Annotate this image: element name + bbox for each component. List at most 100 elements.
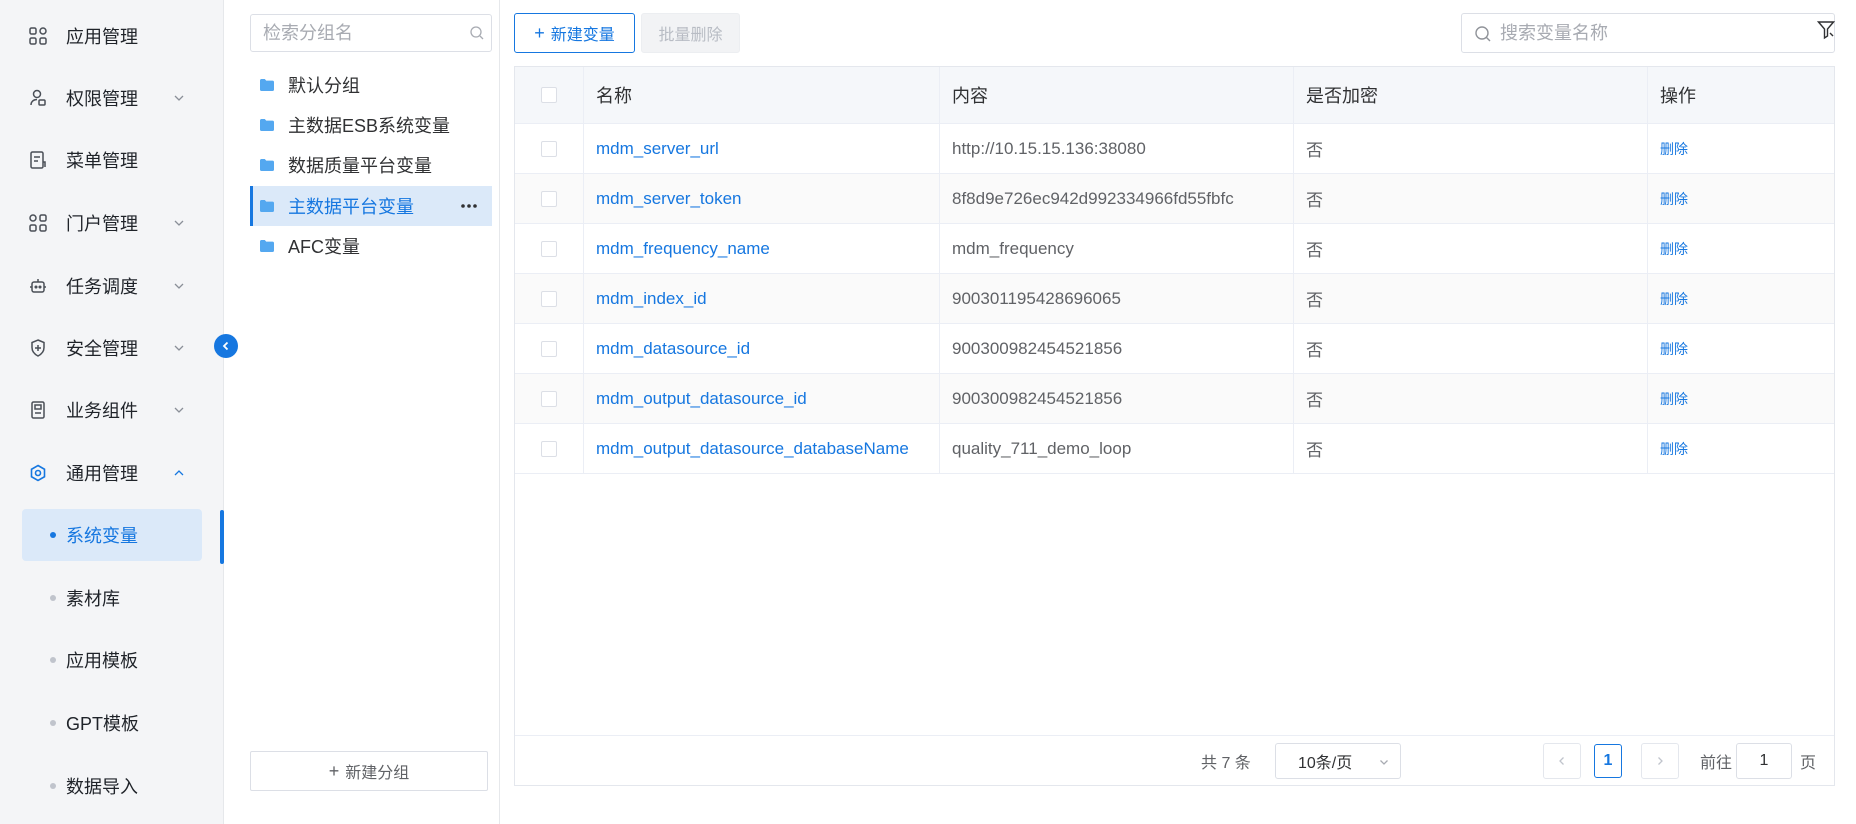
new-variable-button[interactable]: + 新建变量 [514, 13, 635, 53]
sidebar-item-business-components[interactable]: 业务组件 [0, 386, 224, 434]
sidebar-item-security-management[interactable]: 安全管理 [0, 324, 224, 372]
table-row: mdm_server_token 8f8d9e726ec942d99233496… [515, 174, 1834, 224]
bullet-dot-icon [50, 595, 56, 601]
table-row: mdm_server_url http://10.15.15.136:38080… [515, 124, 1834, 174]
filter-icon[interactable] [1817, 20, 1835, 40]
action-cell: 删除 [1648, 124, 1834, 173]
name-cell: mdm_output_datasource_databaseName [584, 424, 940, 473]
sidebar-item-label: 业务组件 [66, 401, 138, 421]
encrypted-cell: 否 [1294, 324, 1648, 373]
sidebar-item-menu-management[interactable]: 菜单管理 [0, 136, 224, 184]
bullet-dot-icon [50, 532, 56, 538]
group-item-afc-variables[interactable]: AFC变量 [250, 226, 492, 266]
search-icon[interactable] [469, 25, 485, 41]
content-cell: 8f8d9e726ec942d992334966fd55fbfc [940, 174, 1294, 223]
chevron-down-icon [172, 91, 186, 105]
variable-name-link[interactable]: mdm_datasource_id [596, 339, 750, 359]
sidebar-subitem-gpt-templates[interactable]: GPT模板 [22, 697, 202, 749]
page-number-current[interactable]: 1 [1594, 744, 1622, 778]
header-encrypted: 是否加密 [1294, 67, 1648, 123]
row-checkbox[interactable] [541, 340, 557, 357]
sidebar-item-general-management[interactable]: 通用管理 [0, 449, 224, 497]
sidebar-subitem-label: 应用模板 [66, 651, 138, 671]
delete-link[interactable]: 删除 [1660, 339, 1688, 359]
group-item-esb-variables[interactable]: 主数据ESB系统变量 [250, 105, 492, 145]
sidebar-subitem-system-variables[interactable]: 系统变量 [22, 509, 202, 561]
sidebar-subitem-app-templates[interactable]: 应用模板 [22, 634, 202, 686]
variable-search-input[interactable] [1500, 14, 1790, 52]
row-checkbox[interactable] [541, 390, 557, 407]
folder-icon [260, 119, 274, 131]
content-cell: http://10.15.15.136:38080 [940, 124, 1294, 173]
variable-name-link[interactable]: mdm_index_id [596, 289, 707, 309]
select-all-checkbox[interactable] [541, 87, 557, 103]
group-panel: 默认分组 主数据ESB系统变量 数据质量平台变量 主数据平台变量 AFC变量 +… [224, 0, 500, 824]
name-cell: mdm_datasource_id [584, 324, 940, 373]
goto-page-input[interactable] [1736, 743, 1792, 779]
more-options-icon[interactable] [460, 198, 478, 214]
row-checkbox-cell [515, 424, 584, 473]
encrypted-cell: 否 [1294, 174, 1648, 223]
row-checkbox[interactable] [541, 290, 557, 307]
header-action: 操作 [1660, 86, 1696, 106]
content-cell: mdm_frequency [940, 224, 1294, 273]
plus-icon: + [534, 22, 545, 43]
group-search-input[interactable] [251, 15, 461, 51]
row-checkbox[interactable] [541, 190, 557, 207]
search-icon [1475, 26, 1491, 42]
main-content: + 新建变量 批量删除 名称 内容 是否加密 操作 mdm_server_url… [500, 0, 1856, 824]
apps-grid-icon [28, 26, 48, 46]
page-size-select[interactable]: 10条/页 [1275, 743, 1401, 779]
sidebar-item-task-scheduling[interactable]: 任务调度 [0, 262, 224, 310]
group-item-label: 默认分组 [288, 76, 360, 96]
variable-name-link[interactable]: mdm_output_datasource_id [596, 389, 807, 409]
sidebar-subitem-label: 系统变量 [66, 526, 138, 546]
sidebar-item-permission-management[interactable]: 权限管理 [0, 74, 224, 122]
batch-delete-button[interactable]: 批量删除 [641, 13, 740, 53]
action-cell: 删除 [1648, 274, 1834, 323]
sidebar-subitem-material-library[interactable]: 素材库 [22, 572, 202, 624]
name-cell: mdm_server_token [584, 174, 940, 223]
variable-name-link[interactable]: mdm_output_datasource_databaseName [596, 439, 909, 459]
new-variable-label: 新建变量 [550, 27, 615, 44]
delete-link[interactable]: 删除 [1660, 439, 1688, 459]
variable-name-link[interactable]: mdm_server_url [596, 139, 719, 159]
variable-name-link[interactable]: mdm_server_token [596, 189, 742, 209]
variable-name-link[interactable]: mdm_frequency_name [596, 239, 770, 259]
group-item-data-quality-variables[interactable]: 数据质量平台变量 [250, 145, 492, 185]
group-search-box [250, 14, 492, 52]
row-checkbox[interactable] [541, 140, 557, 157]
delete-link[interactable]: 删除 [1660, 189, 1688, 209]
sidebar-item-label: 权限管理 [66, 89, 138, 109]
sidebar-subitem-label: 数据导入 [66, 777, 138, 797]
action-cell: 删除 [1648, 324, 1834, 373]
folder-icon [260, 159, 274, 171]
row-checkbox-cell [515, 174, 584, 223]
group-item-mdm-platform-variables[interactable]: 主数据平台变量 [250, 186, 492, 226]
delete-link[interactable]: 删除 [1660, 389, 1688, 409]
row-checkbox-cell [515, 124, 584, 173]
variable-search-box [1461, 13, 1835, 53]
sidebar-item-app-management[interactable]: 应用管理 [0, 12, 224, 60]
encrypted-cell: 否 [1294, 374, 1648, 423]
sidebar-item-label: 安全管理 [66, 339, 138, 359]
delete-link[interactable]: 删除 [1660, 139, 1688, 159]
row-checkbox[interactable] [541, 240, 557, 257]
row-checkbox[interactable] [541, 440, 557, 457]
sidebar-item-portal-management[interactable]: 门户管理 [0, 199, 224, 247]
sidebar-subitem-data-import[interactable]: 数据导入 [22, 760, 202, 812]
next-page-button[interactable] [1641, 743, 1679, 779]
add-group-button[interactable]: + 新建分组 [250, 751, 488, 791]
collapse-sidebar-button[interactable] [214, 334, 238, 358]
group-item-label: 主数据ESB系统变量 [288, 116, 451, 136]
group-item-default[interactable]: 默认分组 [250, 65, 492, 105]
chevron-down-icon [172, 341, 186, 355]
row-checkbox-cell [515, 324, 584, 373]
delete-link[interactable]: 删除 [1660, 289, 1688, 309]
action-cell: 删除 [1648, 374, 1834, 423]
delete-link[interactable]: 删除 [1660, 239, 1688, 259]
chevron-left-icon [1559, 757, 1564, 765]
table-header: 名称 内容 是否加密 操作 [515, 67, 1834, 124]
header-name: 名称 [584, 67, 940, 123]
prev-page-button[interactable] [1543, 743, 1581, 779]
